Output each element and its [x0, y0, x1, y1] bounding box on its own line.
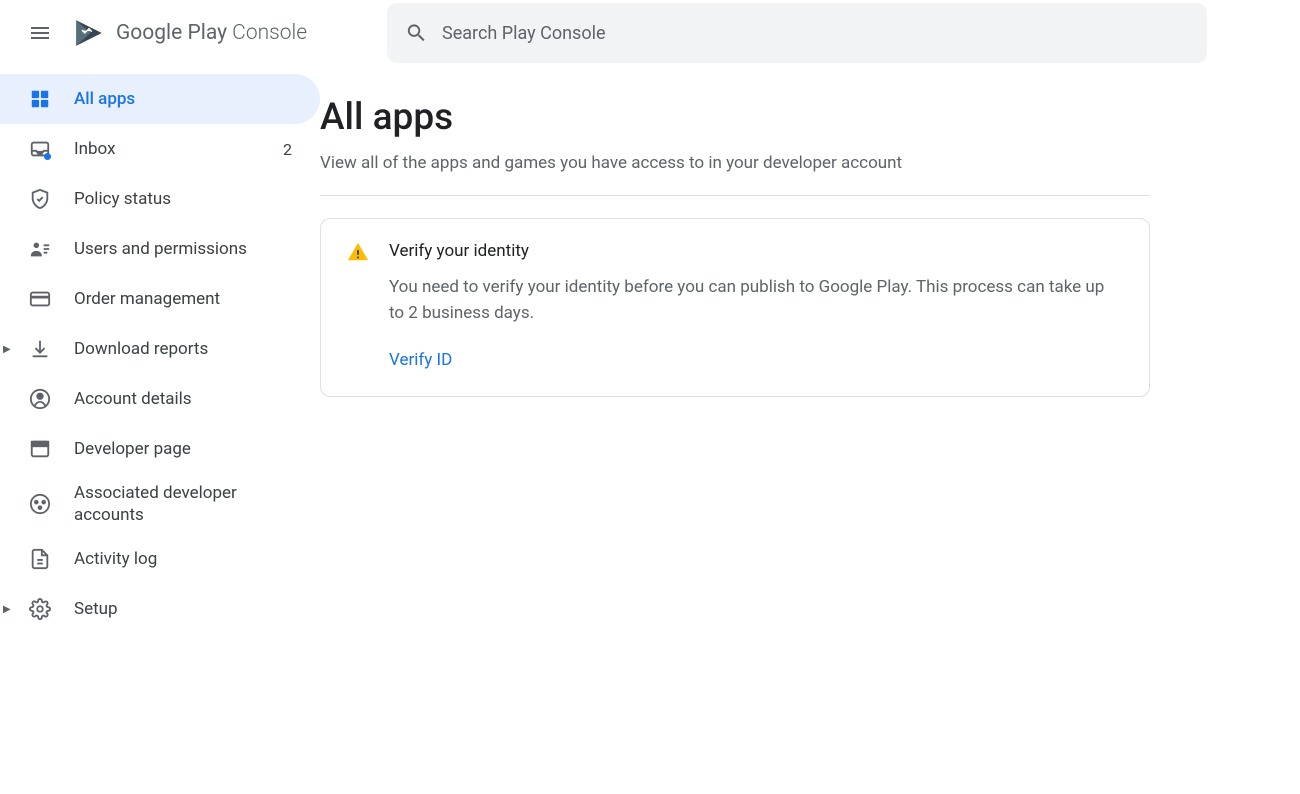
search-input[interactable] — [442, 23, 1189, 44]
sidebar-item-associated-accounts[interactable]: Associated developer accounts — [0, 474, 320, 534]
notice-title: Verify your identity — [389, 241, 1119, 261]
sidebar-item-label: Users and permissions — [74, 238, 247, 260]
inbox-badge: 2 — [283, 140, 292, 159]
apps-icon — [28, 87, 52, 111]
sidebar-item-inbox[interactable]: Inbox 2 — [0, 124, 320, 174]
verify-identity-card: Verify your identity You need to verify … — [320, 218, 1150, 397]
sidebar-item-users[interactable]: Users and permissions — [0, 224, 320, 274]
divider — [320, 195, 1150, 196]
sidebar-item-label: Policy status — [74, 188, 171, 210]
sidebar-item-activity-log[interactable]: Activity log — [0, 534, 320, 584]
page-title: All apps — [320, 96, 1150, 139]
brand-text: Google Play Console — [116, 21, 307, 45]
unread-dot-icon — [44, 153, 51, 160]
page-subtitle: View all of the apps and games you have … — [320, 153, 1150, 173]
sidebar-item-order-management[interactable]: Order management — [0, 274, 320, 324]
sidebar-item-policy-status[interactable]: Policy status — [0, 174, 320, 224]
sidebar-item-all-apps[interactable]: All apps — [0, 74, 320, 124]
expand-right-icon: ▶ — [3, 344, 11, 355]
sidebar-item-label: Order management — [74, 288, 220, 310]
expand-right-icon: ▶ — [3, 604, 11, 615]
search-icon — [405, 21, 428, 45]
sidebar-item-developer-page[interactable]: Developer page — [0, 424, 320, 474]
hamburger-icon — [28, 21, 52, 45]
sidebar-item-label: All apps — [74, 88, 135, 110]
notice-text: You need to verify your identity before … — [389, 275, 1119, 326]
card-icon — [28, 287, 52, 311]
warning-icon — [347, 241, 389, 370]
verify-id-link[interactable]: Verify ID — [389, 350, 452, 370]
sidebar-item-label: Account details — [74, 388, 192, 410]
sidebar-item-label: Download reports — [74, 338, 208, 360]
header: Google Play Console — [0, 0, 1300, 66]
sidebar: All apps Inbox 2 Policy status Users and… — [0, 66, 320, 794]
sidebar-item-label: Activity log — [74, 548, 157, 570]
page-icon — [28, 437, 52, 461]
main-menu-button[interactable] — [16, 9, 64, 57]
sidebar-item-label: Setup — [74, 598, 118, 620]
account-icon — [28, 387, 52, 411]
log-icon — [28, 547, 52, 571]
sidebar-item-label: Developer page — [74, 438, 191, 460]
search-bar[interactable] — [387, 3, 1207, 63]
download-icon — [28, 337, 52, 361]
sidebar-item-label: Associated developer accounts — [74, 482, 254, 526]
shield-icon — [28, 187, 52, 211]
logo[interactable]: Google Play Console — [72, 16, 307, 50]
associated-icon — [28, 492, 52, 516]
main-content: All apps View all of the apps and games … — [320, 66, 1300, 794]
setup-icon — [28, 597, 52, 621]
sidebar-item-setup[interactable]: ▶ Setup — [0, 584, 320, 634]
sidebar-item-download-reports[interactable]: ▶ Download reports — [0, 324, 320, 374]
users-icon — [28, 237, 52, 261]
play-console-logo-icon — [72, 16, 106, 50]
sidebar-item-label: Inbox — [74, 138, 116, 160]
sidebar-item-account-details[interactable]: Account details — [0, 374, 320, 424]
